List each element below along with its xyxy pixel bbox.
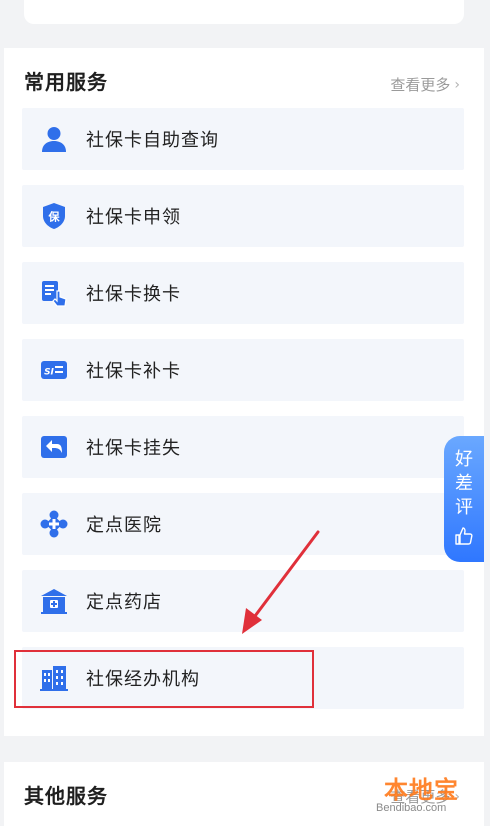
chevron-right-icon: ›: [454, 76, 460, 93]
feedback-char-3: 评: [455, 497, 473, 518]
watermark-en: Bendibao.com: [376, 802, 447, 814]
pharmacy-icon: [40, 587, 68, 615]
service-item-label: 社保卡挂失: [86, 438, 181, 459]
service-item-report-loss[interactable]: 社保卡挂失: [22, 416, 464, 478]
svg-text:保: 保: [48, 210, 61, 224]
return-arrow-icon: [40, 433, 68, 461]
service-item-label: 社保卡换卡: [86, 284, 181, 305]
service-item-apply[interactable]: 保 社保卡申领: [22, 185, 464, 247]
user-icon: [40, 125, 68, 153]
service-item-label: 定点药店: [86, 592, 162, 613]
more-label: 查看更多: [390, 76, 451, 94]
service-item-self-query[interactable]: 社保卡自助查询: [22, 108, 464, 170]
thumbs-up-icon: [454, 526, 474, 553]
watermark-cn: 本地宝: [384, 776, 459, 804]
service-item-pharmacy[interactable]: 定点药店: [22, 570, 464, 632]
si-card-icon: SI: [40, 356, 68, 384]
previous-card: [24, 0, 464, 24]
service-item-reissue[interactable]: SI 社保卡补卡: [22, 339, 464, 401]
service-item-label: 社保卡自助查询: [86, 130, 219, 151]
service-item-label: 社保卡补卡: [86, 361, 181, 382]
watermark-logo: 本地宝 Bendibao.com: [370, 770, 482, 820]
service-item-label: 定点医院: [86, 515, 162, 536]
service-item-replace[interactable]: 社保卡换卡: [22, 262, 464, 324]
feedback-tab[interactable]: 好 差 评: [444, 436, 484, 562]
svg-text:SI: SI: [44, 368, 54, 378]
service-item-label: 社保卡申领: [86, 207, 181, 228]
shield-icon: 保: [40, 202, 68, 230]
card-tap-icon: [40, 279, 68, 307]
common-services-title: 常用服务: [24, 70, 108, 94]
common-services-more-link[interactable]: 查看更多 ›: [390, 74, 460, 95]
other-services-title: 其他服务: [24, 784, 108, 808]
feedback-char-1: 好: [455, 449, 473, 470]
feedback-char-2: 差: [455, 473, 473, 494]
hospital-icon: [40, 510, 68, 538]
annotation-highlight-box: [14, 650, 314, 708]
common-services-section: 常用服务 查看更多 › 社保卡自助查询 保 社保卡申领 社保卡换卡 SI 社保卡…: [4, 48, 484, 736]
service-item-hospital[interactable]: 定点医院: [22, 493, 464, 555]
